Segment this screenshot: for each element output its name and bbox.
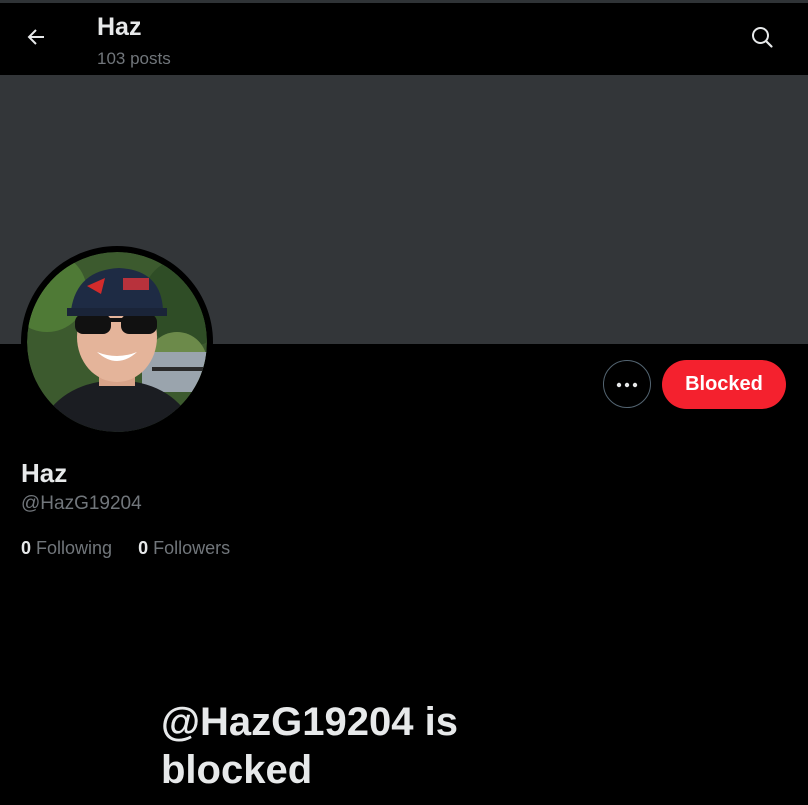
- followers-count: 0: [138, 538, 149, 558]
- avatar-photo: [27, 252, 207, 432]
- profile-stats: 0 Following 0 Followers: [21, 538, 230, 559]
- blocked-button[interactable]: Blocked: [662, 360, 786, 409]
- search-button[interactable]: [740, 17, 784, 61]
- following-link[interactable]: 0 Following: [21, 538, 112, 559]
- following-label: Following: [36, 538, 113, 558]
- back-button[interactable]: [14, 17, 58, 61]
- user-handle: @HazG19204: [21, 493, 142, 514]
- followers-label: Followers: [153, 538, 231, 558]
- followers-link[interactable]: 0 Followers: [138, 538, 230, 559]
- blocked-message: @HazG19204 is blocked: [161, 700, 458, 792]
- avatar[interactable]: [21, 246, 213, 438]
- display-name: Haz: [21, 458, 68, 488]
- arrow-left-icon: [24, 25, 48, 54]
- ellipsis-icon: [616, 375, 638, 393]
- post-count: 103 posts: [97, 49, 171, 68]
- header-title: Haz: [97, 13, 142, 41]
- search-icon: [750, 25, 774, 54]
- following-count: 0: [21, 538, 32, 558]
- more-options-button[interactable]: [603, 360, 651, 408]
- profile-page: Haz 103 posts Blocked Haz @HazG19204 0 F…: [0, 0, 808, 805]
- profile-header: Haz 103 posts: [0, 3, 808, 75]
